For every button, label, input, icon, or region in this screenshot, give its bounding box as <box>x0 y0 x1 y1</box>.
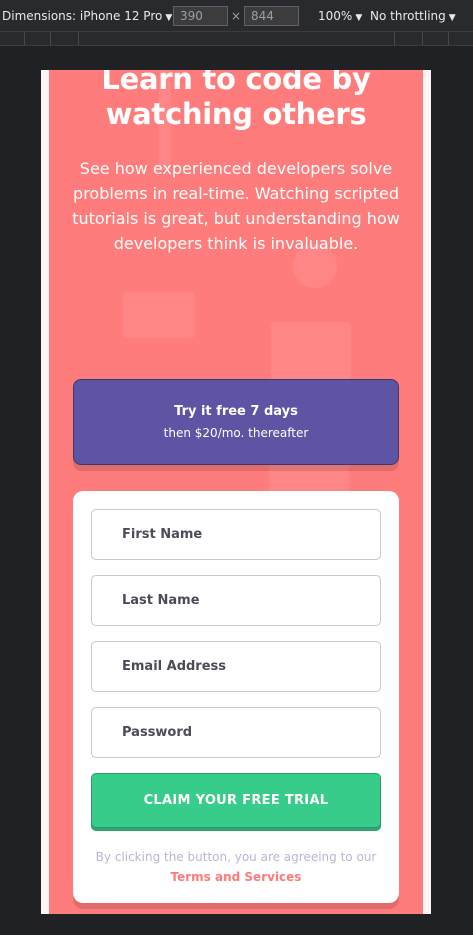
page-margin-right <box>423 70 431 914</box>
trial-offer-banner: Try it free 7 days then $20/mo. thereaft… <box>73 379 399 465</box>
viewport-width-input[interactable]: 390 <box>173 6 228 26</box>
terms-text: By clicking the button, you are agreeing… <box>95 850 377 864</box>
password-input[interactable] <box>91 707 381 758</box>
last-name-input[interactable] <box>91 575 381 626</box>
chevron-down-icon: ▼ <box>448 13 456 23</box>
terms-notice: By clicking the button, you are agreeing… <box>73 847 399 887</box>
first-name-input[interactable] <box>91 509 381 560</box>
ruler-tick <box>448 32 449 45</box>
page-margin-left <box>41 70 49 914</box>
chevron-down-icon: ▼ <box>165 13 173 23</box>
device-dimensions-label: Dimensions: iPhone 12 Pro <box>2 9 163 23</box>
ruler-tick <box>24 32 25 45</box>
ruler-tick <box>422 32 423 45</box>
email-input[interactable] <box>91 641 381 692</box>
media-query-ruler[interactable] <box>0 32 473 46</box>
chat-bubble-decoration <box>123 292 195 338</box>
times-symbol: × <box>231 9 242 23</box>
ruler-tick <box>394 32 395 45</box>
chevron-down-icon: ▼ <box>355 13 363 23</box>
intro-text: See how experienced developers solve pro… <box>72 159 400 253</box>
offer-price: then $20/mo. thereafter <box>163 426 309 440</box>
zoom-label: 100% <box>318 9 353 23</box>
terms-link[interactable]: Terms and Services <box>171 870 302 884</box>
device-toolbar: Dimensions: iPhone 12 Pro ▼ 390 × 844 100… <box>0 0 473 32</box>
zoom-dropdown[interactable]: 100% ▼ <box>318 9 362 23</box>
device-viewport: Learn to code by watching others See how… <box>41 70 431 914</box>
browser-window-decoration <box>271 322 351 382</box>
offer-headline: Try it free 7 days <box>174 404 298 419</box>
ruler-tick <box>78 32 79 45</box>
page-title: Learn to code by watching others <box>101 70 371 131</box>
throttling-dropdown[interactable]: No throttling ▼ <box>370 9 456 23</box>
claim-trial-button[interactable]: CLAIM YOUR FREE TRIAL <box>91 773 381 828</box>
signup-form: CLAIM YOUR FREE TRIAL By clicking the bu… <box>73 491 399 903</box>
device-dimensions-dropdown[interactable]: Dimensions: iPhone 12 Pro ▼ <box>2 9 172 23</box>
viewport-height-input[interactable]: 844 <box>244 6 299 26</box>
throttling-label: No throttling <box>370 9 446 23</box>
ruler-tick <box>50 32 51 45</box>
